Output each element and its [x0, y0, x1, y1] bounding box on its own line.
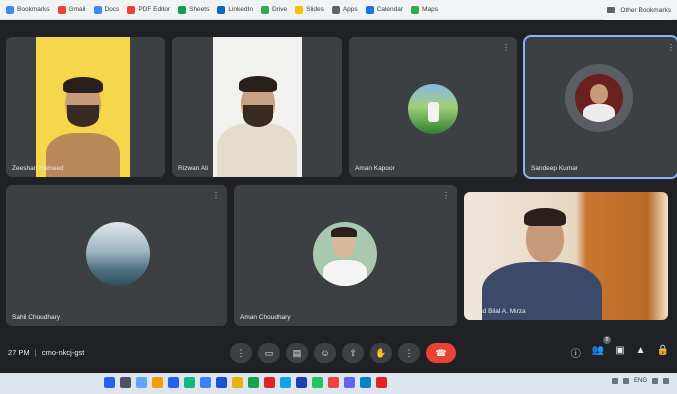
more-options-icon[interactable]: ⋮ [502, 43, 510, 52]
taskbar-app-icon[interactable] [280, 377, 291, 388]
language-indicator[interactable]: ENG [634, 378, 647, 384]
participant-name: Zeeshan Hameed [12, 165, 64, 172]
lock-icon[interactable]: 🔒 [657, 345, 669, 360]
meeting-time: 27 PM | cmo-nkcj-gst [8, 348, 85, 357]
hand-icon[interactable]: ✋ [370, 343, 392, 363]
call-controls: ⋮ ▭ ▤ ☺ ⇧ ✋ ⋮ ☎ [230, 343, 456, 363]
taskbar-app-icon[interactable] [120, 377, 131, 388]
people-count-badge: 8 [603, 336, 611, 344]
participant-tile[interactable]: ⋮ Aman Kapoor [349, 37, 517, 177]
bookmark-favicon [6, 5, 14, 14]
bookmark-item[interactable]: Slides [295, 5, 324, 14]
participant-tile[interactable]: Mohd Bilal A. Mirza [464, 192, 668, 320]
chat-icon[interactable]: ▣ [615, 345, 624, 360]
bookmark-item[interactable]: LinkedIn [217, 5, 253, 14]
more-icon[interactable]: ⋮ [230, 343, 252, 363]
windows-taskbar: ENG [0, 373, 677, 394]
folder-icon [607, 7, 616, 13]
bookmark-item[interactable]: Maps [411, 5, 438, 14]
tray-icon[interactable] [622, 378, 629, 384]
participant-avatar [408, 84, 458, 134]
people-icon[interactable]: 👥 [592, 345, 604, 360]
meeting-controls: 27 PM | cmo-nkcj-gst ⋮ ▭ ▤ ☺ ⇧ ✋ ⋮ ☎ 8 ⓘ 👥 ▣ ▲ 🔒 [0, 333, 677, 373]
participant-tile[interactable]: Rizwan Ali [172, 37, 342, 177]
bookmark-item[interactable]: Bookmarks [6, 5, 50, 14]
bookmark-favicon [178, 5, 187, 14]
bookmark-item[interactable]: Calendar [365, 5, 403, 14]
participant-name: Rizwan Ali [178, 165, 208, 172]
other-bookmarks[interactable]: Other Bookmarks [603, 0, 671, 20]
bookmark-item[interactable]: Docs [93, 5, 119, 14]
taskbar-app-icon[interactable] [248, 377, 259, 388]
bookmark-favicon [365, 5, 374, 14]
bookmark-favicon [331, 5, 340, 14]
end-call-button[interactable]: ☎ [426, 343, 456, 363]
bookmark-favicon [57, 5, 66, 14]
bookmarks-bar: Bookmarks Gmail Docs PDF Editor Sheets Linked… [0, 0, 677, 20]
bookmark-favicon [217, 5, 226, 14]
participant-name: Aman Kapoor [355, 165, 395, 172]
taskbar-app-icon[interactable] [232, 377, 243, 388]
participant-avatar [86, 222, 150, 286]
tray-icon[interactable] [611, 378, 618, 384]
taskbar-app-icon[interactable] [376, 377, 387, 388]
taskbar-app-icon[interactable] [296, 377, 307, 388]
system-tray: ENG [611, 378, 669, 384]
bookmark-item[interactable]: Apps [331, 5, 358, 14]
more-options-icon[interactable]: ⋮ [442, 191, 450, 200]
participant-tile[interactable]: ⋮ Sandeep Kumar [523, 35, 677, 179]
options-icon[interactable]: ⋮ [398, 343, 420, 363]
bookmark-favicon [411, 5, 420, 14]
participant-tile[interactable]: ⋮ Aman Choudhary [234, 185, 457, 326]
bookmark-item[interactable]: PDF Editor [127, 5, 170, 14]
taskbar-app-icon[interactable] [264, 377, 275, 388]
taskbar-app-icon[interactable] [136, 377, 147, 388]
participant-tile[interactable]: Zeeshan Hameed [6, 37, 165, 177]
taskbar-app-icon[interactable] [184, 377, 195, 388]
bookmark-favicon [260, 5, 269, 14]
present-icon[interactable]: ⇧ [342, 343, 364, 363]
bookmark-favicon [93, 5, 102, 14]
participant-avatar [313, 222, 377, 286]
taskbar-app-icon[interactable] [328, 377, 339, 388]
participant-name: Sahil Choudhary [12, 314, 61, 321]
bookmark-favicon [295, 5, 304, 14]
emoji-icon[interactable]: ☺ [314, 343, 336, 363]
meeting-stage: Zeeshan Hameed Rizwan Ali ⋮ Aman Kapoor … [0, 20, 677, 333]
participant-video [213, 37, 302, 177]
participant-video [464, 192, 668, 320]
wifi-icon[interactable] [652, 378, 658, 384]
taskbar-app-icon[interactable] [216, 377, 227, 388]
info-icon[interactable]: ⓘ [571, 345, 581, 360]
camera-icon[interactable]: ▭ [258, 343, 280, 363]
captions-icon[interactable]: ▤ [286, 343, 308, 363]
start-icon[interactable] [104, 377, 115, 388]
meeting-code: cmo-nkcj-gst [41, 348, 85, 357]
volume-icon[interactable] [663, 378, 669, 384]
taskbar-app-icon[interactable] [200, 377, 211, 388]
more-options-icon[interactable]: ⋮ [212, 191, 220, 200]
taskbar-app-icon[interactable] [312, 377, 323, 388]
taskbar-app-icon[interactable] [168, 377, 179, 388]
more-options-icon[interactable]: ⋮ [667, 43, 675, 52]
taskbar-app-icon[interactable] [152, 377, 163, 388]
participant-name: Sandeep Kumar [531, 165, 578, 172]
participant-name: Aman Choudhary [240, 314, 291, 321]
participant-avatar [575, 74, 623, 122]
activities-icon[interactable]: ▲ [636, 345, 646, 360]
bookmark-favicon [127, 5, 136, 14]
participant-video [36, 37, 130, 177]
side-panel-controls: ⓘ 👥 ▣ ▲ 🔒 [571, 345, 669, 360]
taskbar-apps [104, 377, 387, 388]
bookmark-item[interactable]: Sheets [178, 5, 209, 14]
bookmark-item[interactable]: Drive [260, 5, 287, 14]
bookmark-item[interactable]: Gmail [57, 5, 86, 14]
taskbar-app-icon[interactable] [360, 377, 371, 388]
participant-tile[interactable]: ⋮ Sahil Choudhary [6, 185, 227, 326]
taskbar-app-icon[interactable] [344, 377, 355, 388]
participant-name: Mohd Bilal A. Mirza [470, 308, 526, 315]
